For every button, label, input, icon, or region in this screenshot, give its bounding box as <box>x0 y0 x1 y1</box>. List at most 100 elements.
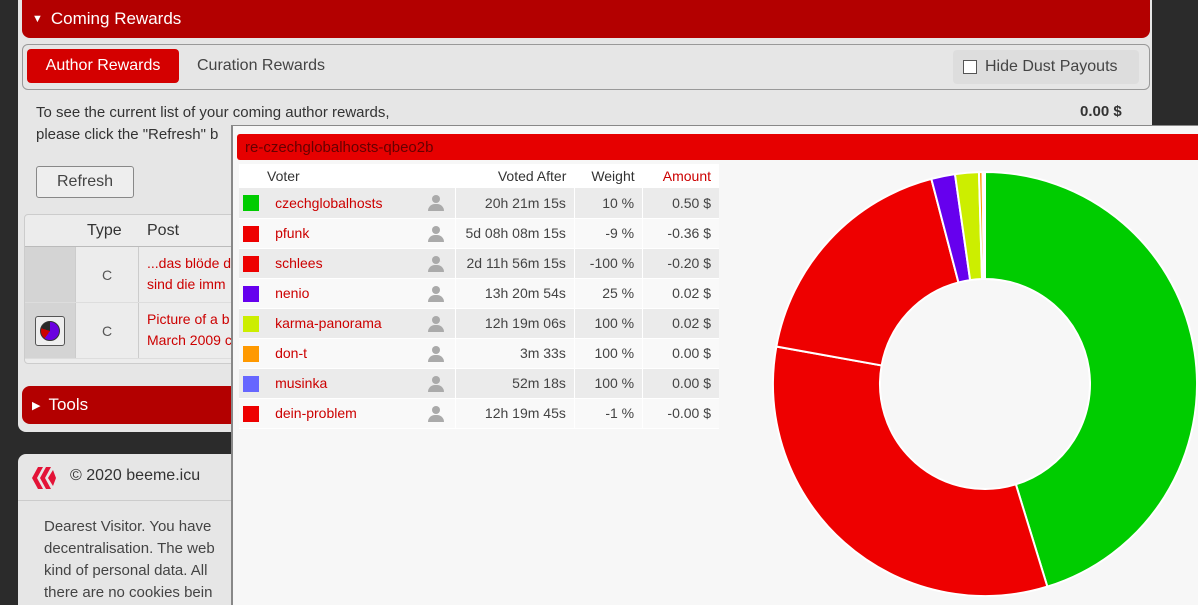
tab-author-rewards[interactable]: Author Rewards <box>27 49 179 83</box>
vote-amount: 0.50 $ <box>642 188 719 219</box>
vote-details-popup: re-czechglobalhosts-qbeo2b Voter Voted A… <box>231 125 1198 605</box>
user-icon[interactable] <box>427 195 444 212</box>
tools-header[interactable]: ▶ Tools <box>22 386 252 424</box>
vote-row: schlees 2d 11h 56m 15s -100 % -0.20 $ <box>239 248 719 279</box>
voted-after: 12h 19m 45s <box>455 398 575 429</box>
vote-color-swatch <box>243 255 259 272</box>
vote-amount: 0.02 $ <box>642 278 719 309</box>
voted-after: 20h 21m 15s <box>455 188 575 219</box>
row-chart-cell <box>25 247 75 302</box>
voter-profile-cell[interactable] <box>415 338 457 369</box>
caret-down-icon: ▼ <box>32 13 43 25</box>
vote-weight: -9 % <box>574 218 644 249</box>
voter-name[interactable]: czechglobalhosts <box>265 188 416 219</box>
voter-name[interactable]: dein-problem <box>265 398 416 429</box>
footer-divider <box>18 500 234 501</box>
post-type: C <box>75 247 139 302</box>
column-header-post[interactable]: Post <box>125 222 179 240</box>
user-icon[interactable] <box>427 405 444 422</box>
voter-name[interactable]: schlees <box>265 248 416 279</box>
vote-amount: -0.20 $ <box>642 248 719 279</box>
posts-table: Type Post C ...das blöde d sind die imm … <box>24 214 236 364</box>
user-icon[interactable] <box>427 285 444 302</box>
footer-line: decentralisation. The web <box>44 540 215 557</box>
total-amount: 0.00 $ <box>1080 103 1122 120</box>
coming-rewards-header[interactable]: ▼ Coming Rewards <box>22 0 1150 38</box>
hive-logo-icon <box>32 467 56 489</box>
posts-table-header: Type Post <box>25 215 235 247</box>
footer-line: kind of personal data. All <box>44 562 208 579</box>
voter-profile-cell[interactable] <box>415 308 457 339</box>
post-title-line-1[interactable]: ...das blöde d <box>147 253 235 274</box>
post-title-line-2[interactable]: March 2009 c <box>147 330 235 351</box>
vote-weight: 100 % <box>574 308 644 339</box>
vote-color-cell <box>239 218 266 249</box>
voted-after: 12h 19m 06s <box>455 308 575 339</box>
refresh-button[interactable]: Refresh <box>36 166 134 198</box>
voter-profile-cell[interactable] <box>415 398 457 429</box>
vote-amount: 0.00 $ <box>642 338 719 369</box>
voter-name[interactable]: nenio <box>265 278 416 309</box>
voter-name[interactable]: karma-panorama <box>265 308 416 339</box>
vote-amount: 0.00 $ <box>642 368 719 399</box>
vote-weight: 25 % <box>574 278 644 309</box>
vote-color-swatch <box>243 345 259 362</box>
vote-row: musinka 52m 18s 100 % 0.00 $ <box>239 368 719 399</box>
user-icon[interactable] <box>427 315 444 332</box>
column-header-type[interactable]: Type <box>25 222 125 240</box>
post-title-line-2[interactable]: sind die imm <box>147 274 235 295</box>
vote-row: karma-panorama 12h 19m 06s 100 % 0.02 $ <box>239 308 719 339</box>
user-icon[interactable] <box>427 375 444 392</box>
vote-color-cell <box>239 248 266 279</box>
vote-color-cell <box>239 278 266 309</box>
vote-row: pfunk 5d 08h 08m 15s -9 % -0.36 $ <box>239 218 719 249</box>
voted-after: 52m 18s <box>455 368 575 399</box>
voter-profile-cell[interactable] <box>415 368 457 399</box>
voted-after: 13h 20m 54s <box>455 278 575 309</box>
vote-color-cell <box>239 308 266 339</box>
voter-profile-cell[interactable] <box>415 278 457 309</box>
popup-title[interactable]: re-czechglobalhosts-qbeo2b <box>237 134 1198 160</box>
user-icon[interactable] <box>427 255 444 272</box>
rewards-tabbar: Author Rewards Curation Rewards Hide Dus… <box>22 44 1150 90</box>
post-link[interactable]: ...das blöde d sind die imm <box>139 247 235 302</box>
tab-curation-rewards[interactable]: Curation Rewards <box>197 57 325 75</box>
hide-dust-checkbox[interactable] <box>963 60 977 74</box>
voter-profile-cell[interactable] <box>415 188 457 219</box>
column-header-weight[interactable]: Weight <box>574 164 643 188</box>
vote-amount: -0.00 $ <box>642 398 719 429</box>
voter-profile-cell[interactable] <box>415 248 457 279</box>
vote-weight: 100 % <box>574 368 644 399</box>
vote-color-swatch <box>243 285 259 302</box>
hide-dust-toggle[interactable]: Hide Dust Payouts <box>953 50 1139 84</box>
footer-notice: Dearest Visitor. You have decentralisati… <box>44 516 234 604</box>
voter-profile-cell[interactable] <box>415 218 457 249</box>
footer-line: Dearest Visitor. You have <box>44 518 212 535</box>
vote-amount: -0.36 $ <box>642 218 719 249</box>
voter-name[interactable]: pfunk <box>265 218 416 249</box>
column-header-voter[interactable]: Voter <box>239 164 456 188</box>
voter-name[interactable]: don-t <box>265 338 416 369</box>
column-header-amount[interactable]: Amount <box>642 164 719 188</box>
user-icon[interactable] <box>427 225 444 242</box>
voted-after: 5d 08h 08m 15s <box>455 218 575 249</box>
post-title-line-1[interactable]: Picture of a b <box>147 309 235 330</box>
pie-chart-button[interactable] <box>35 315 65 346</box>
voter-name[interactable]: musinka <box>265 368 416 399</box>
footer-copyright: © 2020 beeme.icu <box>70 467 201 484</box>
vote-row: dein-problem 12h 19m 45s -1 % -0.00 $ <box>239 398 719 429</box>
vote-color-swatch <box>243 375 259 392</box>
vote-color-swatch <box>243 315 259 332</box>
footer-line: there are no cookies bein <box>44 584 213 601</box>
vote-weight: 10 % <box>574 188 644 219</box>
info-line-1: To see the current list of your coming a… <box>36 104 390 121</box>
voted-after: 2d 11h 56m 15s <box>455 248 575 279</box>
table-row: C Picture of a b March 2009 c <box>25 303 235 359</box>
user-icon[interactable] <box>427 345 444 362</box>
vote-weight: -1 % <box>574 398 644 429</box>
column-header-voted-after[interactable]: Voted After <box>455 164 575 188</box>
coming-rewards-title: Coming Rewards <box>50 9 182 28</box>
post-link[interactable]: Picture of a b March 2009 c <box>139 303 235 358</box>
vote-amount: 0.02 $ <box>642 308 719 339</box>
hide-dust-label: Hide Dust Payouts <box>985 58 1118 75</box>
